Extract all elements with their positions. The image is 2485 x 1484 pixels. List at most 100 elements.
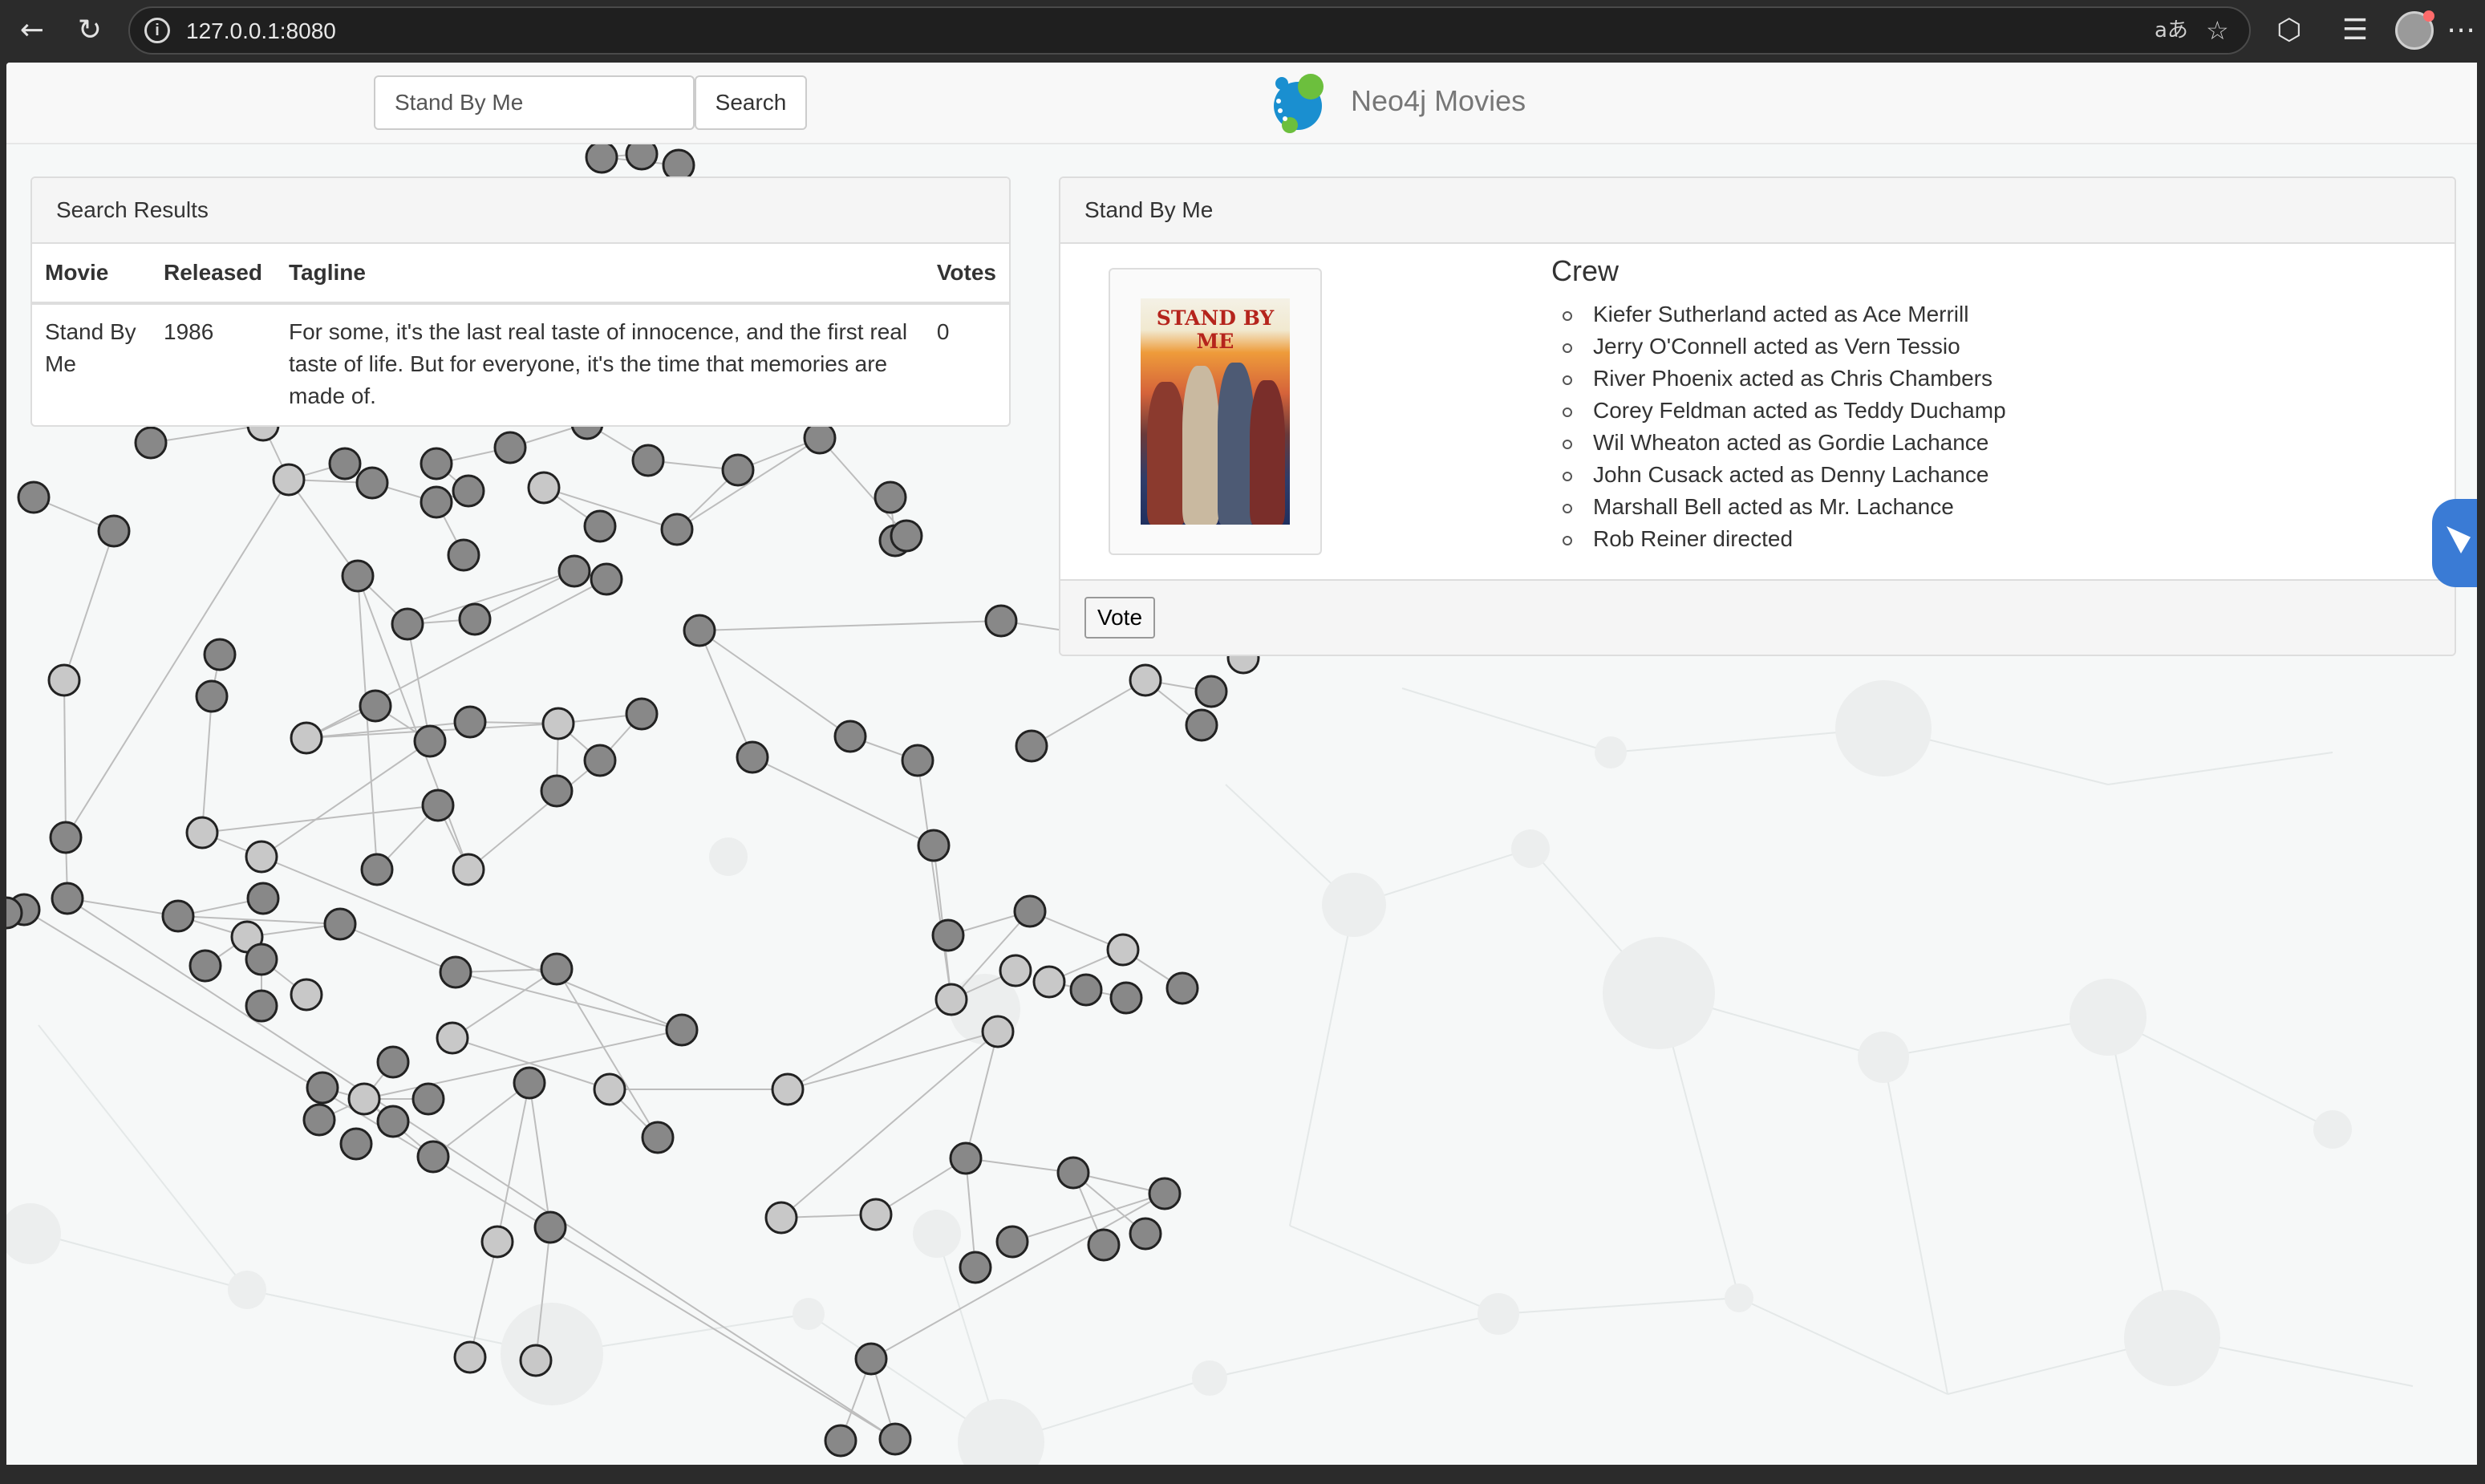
person-node[interactable] [984,604,1018,638]
person-node[interactable] [590,562,623,596]
person-node[interactable] [1015,729,1048,763]
movie-node[interactable] [245,840,278,874]
address-bar[interactable]: i 127.0.0.1:8080 aあ ☆ [128,6,2251,55]
movie-node[interactable] [859,1198,893,1231]
movie-node[interactable] [999,954,1032,987]
person-node[interactable] [901,744,934,777]
person-node[interactable] [493,431,527,464]
person-node[interactable] [1109,981,1143,1015]
person-node[interactable] [439,955,472,989]
movie-node[interactable] [272,463,306,497]
person-node[interactable] [1194,675,1228,708]
person-node[interactable] [533,1210,567,1244]
person-node[interactable] [959,1251,992,1284]
star-icon[interactable]: ☆ [2206,14,2229,47]
movie-node[interactable] [527,471,561,505]
movie-node[interactable] [480,1225,514,1259]
more-icon[interactable]: ⋯ [2445,11,2477,50]
person-node[interactable] [1148,1177,1182,1210]
search-button[interactable]: Search [695,75,807,130]
person-node[interactable] [917,829,951,862]
movie-node[interactable] [764,1201,798,1235]
person-node[interactable] [413,724,447,758]
person-node[interactable] [411,1082,445,1116]
cell-movie[interactable]: Stand By Me [32,303,151,424]
movie-node[interactable] [47,663,81,697]
person-node[interactable] [995,1225,1029,1259]
person-node[interactable] [736,740,769,774]
person-node[interactable] [585,140,618,174]
person-node[interactable] [874,480,907,514]
person-node[interactable] [97,514,131,548]
person-node[interactable] [721,453,755,487]
person-node[interactable] [1165,971,1199,1005]
person-node[interactable] [949,1141,983,1175]
person-node[interactable] [17,480,51,514]
movie-node[interactable] [290,978,323,1012]
movie-node[interactable] [519,1344,553,1377]
person-node[interactable] [824,1424,857,1458]
person-node[interactable] [328,447,362,480]
person-node[interactable] [391,607,424,641]
person-node[interactable] [359,689,392,723]
person-node[interactable] [583,509,617,543]
person-node[interactable] [51,882,84,915]
movie-node[interactable] [452,853,485,886]
person-node[interactable] [323,907,357,941]
vote-button[interactable]: Vote [1084,597,1155,639]
movie-node[interactable] [1032,965,1066,999]
person-node[interactable] [803,421,837,455]
person-node[interactable] [306,1071,339,1105]
person-node[interactable] [195,679,229,713]
favorites-icon[interactable]: ☰ [2336,11,2374,50]
person-node[interactable] [660,513,694,546]
movie-node[interactable] [934,983,968,1016]
movie-node[interactable] [185,816,219,849]
person-node[interactable] [1069,973,1103,1007]
translate-icon[interactable]: aあ [2155,14,2188,47]
person-node[interactable] [245,943,278,976]
person-node[interactable] [1087,1228,1121,1262]
person-node[interactable] [513,1066,546,1100]
movie-node[interactable] [453,1340,487,1374]
person-node[interactable] [245,989,278,1023]
person-node[interactable] [890,519,923,553]
person-node[interactable] [458,602,492,636]
url-text[interactable]: 127.0.0.1:8080 [186,18,336,45]
person-node[interactable] [1129,1217,1162,1251]
person-node[interactable] [134,426,168,460]
person-node[interactable] [376,1045,410,1079]
person-node[interactable] [360,853,394,886]
person-node[interactable] [854,1342,888,1376]
person-node[interactable] [420,447,453,480]
person-node[interactable] [341,559,375,593]
movie-node[interactable] [1106,933,1140,967]
person-node[interactable] [1185,708,1218,742]
person-node[interactable] [246,882,280,915]
person-node[interactable] [683,614,716,647]
movie-node[interactable] [436,1021,469,1055]
person-node[interactable] [625,697,659,731]
person-node[interactable] [583,744,617,777]
person-node[interactable] [302,1103,336,1137]
person-node[interactable] [1056,1156,1090,1190]
extension-sidebar-icon[interactable] [2432,499,2477,587]
person-node[interactable] [203,638,237,671]
person-node[interactable] [833,720,867,753]
person-node[interactable] [1013,894,1047,928]
movie-node[interactable] [347,1082,381,1116]
movie-node[interactable] [541,707,575,740]
person-node[interactable] [421,789,455,822]
person-node[interactable] [631,444,665,477]
extensions-icon[interactable]: ⬡ [2270,11,2309,50]
movie-node[interactable] [593,1072,626,1106]
profile-icon[interactable] [2395,10,2434,50]
person-node[interactable] [641,1121,675,1154]
person-node[interactable] [453,705,487,739]
reload-icon[interactable]: ↻ [71,11,109,50]
person-node[interactable] [339,1127,373,1161]
person-node[interactable] [540,952,574,986]
movie-node[interactable] [981,1015,1015,1048]
person-node[interactable] [878,1422,912,1456]
person-node[interactable] [416,1140,450,1174]
